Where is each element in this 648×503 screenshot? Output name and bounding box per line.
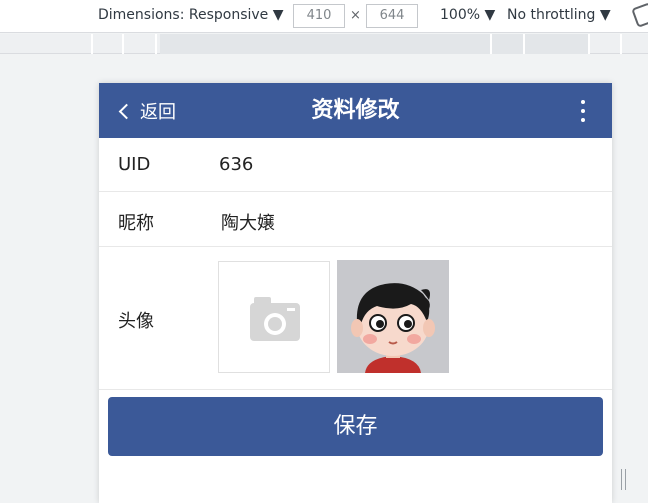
ruler-band bbox=[160, 34, 590, 54]
app-header: 资料修改 返回 bbox=[99, 83, 612, 138]
ruler-divider bbox=[490, 34, 492, 54]
dimensions-dropdown[interactable]: Dimensions: Responsive ▼ bbox=[98, 7, 284, 23]
width-input[interactable]: 410 bbox=[293, 4, 345, 28]
uid-label: UID bbox=[118, 154, 151, 175]
nickname-row: 昵称 陶大嬢 bbox=[99, 192, 612, 247]
media-query-ruler[interactable] bbox=[0, 34, 648, 54]
nickname-label: 昵称 bbox=[118, 213, 154, 234]
current-avatar-image[interactable] bbox=[337, 260, 449, 373]
ruler-divider bbox=[91, 34, 93, 54]
cartoon-avatar bbox=[337, 260, 449, 373]
ruler-divider bbox=[588, 34, 590, 54]
zoom-dropdown[interactable]: 100% ▼ bbox=[440, 7, 495, 23]
avatar-upload-button[interactable] bbox=[218, 261, 330, 373]
resize-handle[interactable] bbox=[620, 469, 628, 490]
throttling-dropdown[interactable]: No throttling ▼ bbox=[507, 7, 611, 23]
chevron-left-icon bbox=[118, 103, 135, 119]
mobile-viewport: 资料修改 返回 UID 636 昵称 陶大嬢 头像 保存 bbox=[99, 83, 612, 503]
uid-value: 636 bbox=[219, 154, 254, 175]
rotate-icon[interactable] bbox=[631, 2, 648, 28]
times-sign: × bbox=[350, 8, 361, 23]
nickname-value[interactable]: 陶大嬢 bbox=[221, 209, 275, 235]
ruler-divider bbox=[620, 34, 622, 54]
height-input[interactable]: 644 bbox=[366, 4, 418, 28]
uid-row: UID 636 bbox=[99, 138, 612, 192]
ruler-divider bbox=[155, 34, 157, 54]
devtools-toolbar: Dimensions: Responsive ▼ 410 × 644 100% … bbox=[0, 0, 648, 33]
avatar-row: 头像 bbox=[99, 247, 612, 390]
back-button[interactable]: 返回 bbox=[117, 97, 176, 125]
ruler-divider bbox=[523, 34, 525, 54]
ruler-divider bbox=[122, 34, 124, 54]
save-button[interactable]: 保存 bbox=[108, 397, 603, 456]
avatar-label: 头像 bbox=[118, 311, 154, 332]
more-vertical-icon[interactable] bbox=[575, 97, 591, 125]
back-label: 返回 bbox=[140, 102, 176, 123]
